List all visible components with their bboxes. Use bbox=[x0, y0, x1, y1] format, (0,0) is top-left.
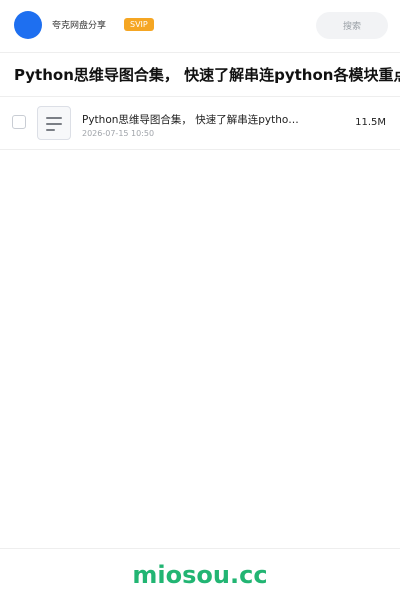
brand-watermark: miosou.cc bbox=[132, 561, 268, 589]
document-lines-icon bbox=[37, 106, 71, 140]
file-size: 11.5M bbox=[355, 117, 386, 128]
avatar[interactable] bbox=[14, 11, 42, 39]
sharer-name: 夸克网盘分享 bbox=[52, 21, 107, 31]
header: 夸克网盘分享 SVIP 搜索 bbox=[0, 0, 400, 53]
page-title: Python思维导图合集， 快速了解串连python各模块重点· bbox=[14, 66, 400, 84]
search-button[interactable]: 搜索 bbox=[316, 12, 388, 39]
footer: miosou.cc bbox=[0, 548, 400, 601]
select-checkbox[interactable] bbox=[12, 115, 26, 129]
svip-badge: SVIP bbox=[124, 18, 154, 31]
file-date: 2026-07-15 10:50 bbox=[82, 129, 155, 138]
file-row[interactable]: Python思维导图合集， 快速了解串连pytho… 2026-07-15 10… bbox=[0, 97, 400, 150]
file-name[interactable]: Python思维导图合集， 快速了解串连pytho… bbox=[82, 112, 307, 127]
